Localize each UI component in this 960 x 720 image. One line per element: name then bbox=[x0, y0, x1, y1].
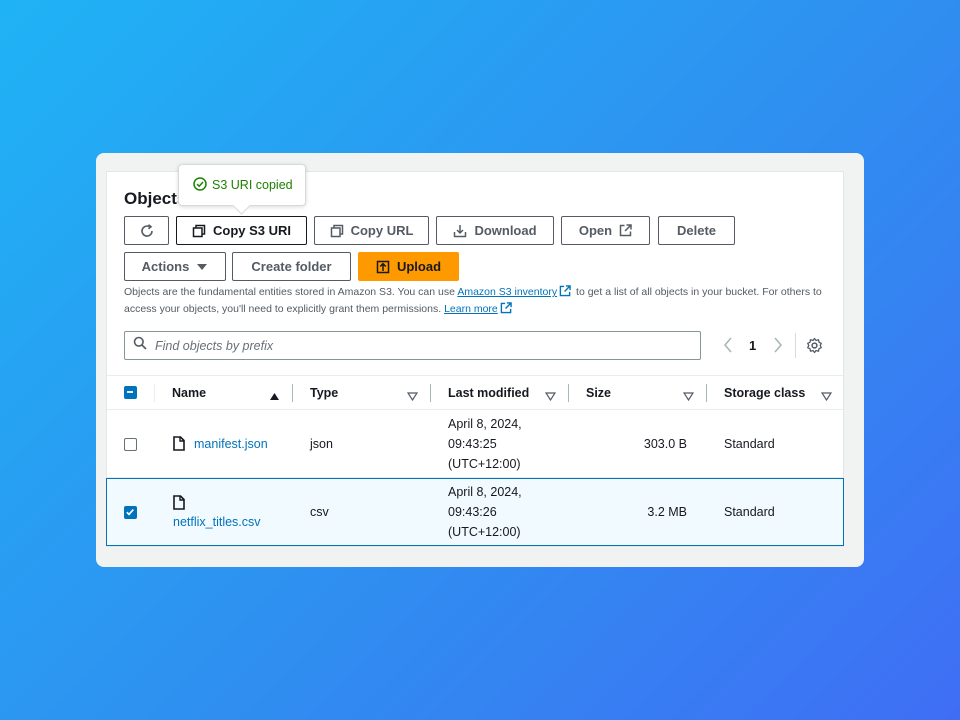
open-button[interactable]: Open bbox=[561, 216, 650, 245]
row-checkbox[interactable] bbox=[124, 438, 137, 451]
column-header-last-modified[interactable]: Last modified bbox=[448, 376, 529, 409]
storage-class: Standard bbox=[724, 505, 775, 519]
create-folder-label: Create folder bbox=[251, 259, 332, 274]
copy-icon bbox=[330, 224, 344, 238]
sort-icon[interactable] bbox=[544, 388, 557, 406]
row-checkbox[interactable] bbox=[124, 506, 137, 519]
sort-ascending-icon[interactable] bbox=[269, 388, 280, 406]
last-modified-date: April 8, 2024, bbox=[448, 417, 522, 431]
column-divider bbox=[154, 384, 155, 402]
inventory-link[interactable]: Amazon S3 inventory bbox=[457, 286, 557, 298]
object-type: json bbox=[310, 437, 333, 451]
object-size: 3.2 MB bbox=[647, 505, 687, 519]
last-modified: April 8, 2024, 09:43:25 (UTC+12:00) bbox=[448, 414, 522, 474]
file-icon bbox=[173, 495, 185, 513]
object-size: 303.0 B bbox=[643, 437, 687, 451]
file-icon bbox=[173, 436, 185, 454]
chevron-right-icon[interactable] bbox=[772, 336, 784, 354]
search-box[interactable] bbox=[124, 331, 701, 360]
table-header: Name Type Last modified Size Storage cla… bbox=[107, 375, 843, 410]
sort-icon[interactable] bbox=[820, 388, 833, 406]
pager-divider bbox=[795, 333, 796, 358]
caret-down-icon bbox=[196, 262, 208, 272]
sort-icon[interactable] bbox=[406, 388, 419, 406]
column-divider bbox=[430, 384, 431, 402]
tooltip-text: S3 URI copied bbox=[212, 178, 293, 192]
settings-icon[interactable] bbox=[806, 337, 823, 354]
upload-button[interactable]: Upload bbox=[358, 252, 459, 281]
chevron-left-icon[interactable] bbox=[722, 336, 734, 354]
objects-description: Objects are the fundamental entities sto… bbox=[124, 285, 824, 318]
last-modified-tz: (UTC+12:00) bbox=[448, 457, 521, 471]
sort-icon[interactable] bbox=[682, 388, 695, 406]
copy-icon bbox=[192, 224, 206, 238]
download-button[interactable]: Download bbox=[436, 216, 554, 245]
column-header-type[interactable]: Type bbox=[310, 376, 338, 409]
delete-button[interactable]: Delete bbox=[658, 216, 735, 245]
last-modified-date: April 8, 2024, bbox=[448, 485, 522, 499]
storage-class: Standard bbox=[724, 437, 775, 451]
refresh-button[interactable] bbox=[124, 216, 169, 245]
upload-label: Upload bbox=[396, 259, 442, 274]
external-link-icon bbox=[500, 301, 512, 319]
copy-s3-uri-button[interactable]: Copy S3 URI bbox=[176, 216, 307, 245]
panel-title: Objects bbox=[124, 189, 187, 208]
refresh-icon bbox=[139, 223, 155, 239]
actions-label: Actions bbox=[141, 259, 190, 274]
last-modified-tz: (UTC+12:00) bbox=[448, 525, 521, 539]
upload-icon bbox=[376, 260, 390, 274]
copy-url-label: Copy URL bbox=[350, 223, 414, 238]
external-link-icon bbox=[619, 224, 632, 237]
column-header-name[interactable]: Name bbox=[172, 376, 206, 409]
select-all-checkbox[interactable] bbox=[124, 386, 137, 399]
object-name-link[interactable]: netflix_titles.csv bbox=[173, 515, 261, 529]
object-type: csv bbox=[310, 505, 329, 519]
column-divider bbox=[292, 384, 293, 402]
download-label: Download bbox=[474, 223, 537, 238]
actions-dropdown[interactable]: Actions bbox=[124, 252, 226, 281]
delete-label: Delete bbox=[676, 223, 717, 238]
column-divider bbox=[568, 384, 569, 402]
create-folder-button[interactable]: Create folder bbox=[232, 252, 351, 281]
table-row-selected[interactable]: netflix_titles.csv csv April 8, 2024, 09… bbox=[106, 478, 844, 546]
search-input[interactable] bbox=[155, 338, 675, 353]
check-circle-icon bbox=[193, 176, 207, 194]
column-header-storage-class[interactable]: Storage class bbox=[724, 376, 805, 409]
search-icon bbox=[133, 336, 147, 355]
last-modified-time: 09:43:25 bbox=[448, 437, 497, 451]
table-row[interactable]: manifest.json json April 8, 2024, 09:43:… bbox=[107, 410, 843, 478]
description-text-1: Objects are the fundamental entities sto… bbox=[124, 286, 455, 298]
column-divider bbox=[706, 384, 707, 402]
object-name-link[interactable]: manifest.json bbox=[194, 437, 268, 451]
copied-tooltip: S3 URI copied bbox=[178, 164, 306, 206]
last-modified: April 8, 2024, 09:43:26 (UTC+12:00) bbox=[448, 482, 522, 542]
column-header-size[interactable]: Size bbox=[586, 376, 611, 409]
copy-s3-uri-label: Copy S3 URI bbox=[212, 223, 291, 238]
open-label: Open bbox=[578, 223, 613, 238]
learn-more-link[interactable]: Learn more bbox=[444, 303, 498, 315]
last-modified-time: 09:43:26 bbox=[448, 505, 497, 519]
copy-url-button[interactable]: Copy URL bbox=[314, 216, 429, 245]
page-number[interactable]: 1 bbox=[749, 338, 756, 353]
external-link-icon bbox=[559, 285, 571, 302]
download-icon bbox=[453, 224, 467, 238]
